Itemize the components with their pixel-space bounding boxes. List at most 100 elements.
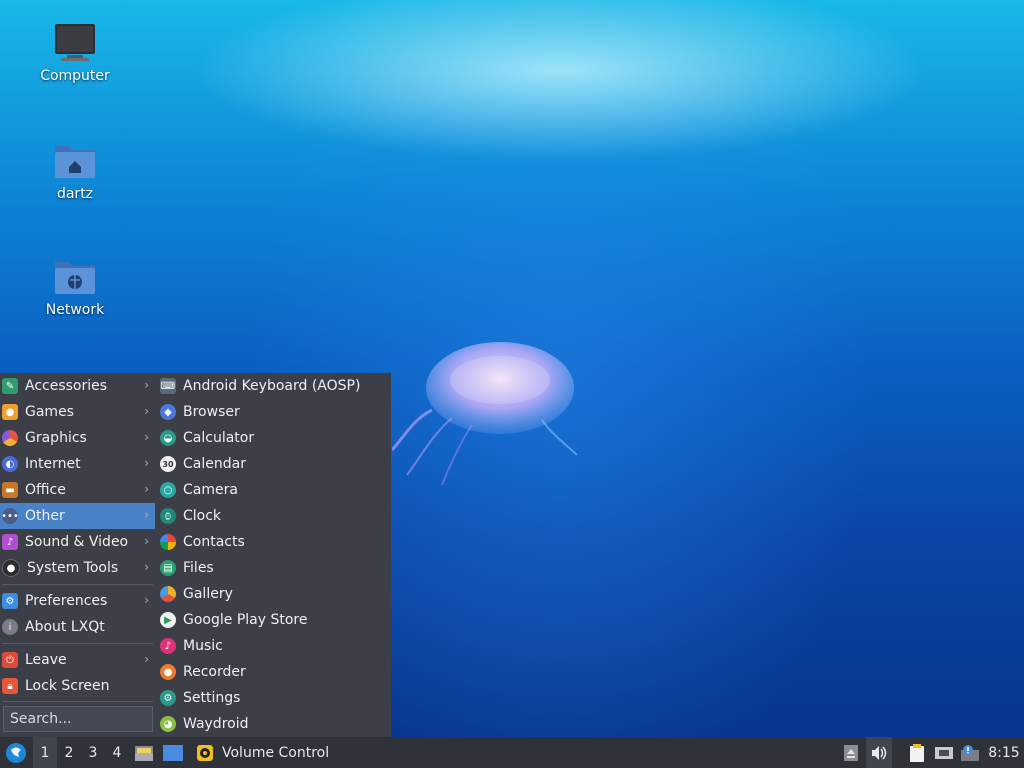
files-icon: ▤ bbox=[160, 560, 176, 576]
tray-clock[interactable]: 8:15 bbox=[984, 737, 1024, 768]
tray-eject[interactable] bbox=[840, 737, 862, 768]
app-item-label: Recorder bbox=[183, 664, 246, 680]
app-item-calculator[interactable]: ◒ Calculator bbox=[157, 425, 391, 451]
desktop-icon-dartz[interactable]: dartz bbox=[20, 140, 130, 202]
app-item-label: Google Play Store bbox=[183, 612, 308, 628]
chevron-right-icon: › bbox=[144, 593, 149, 607]
volume-control-icon bbox=[197, 744, 213, 761]
tray-update-notifier[interactable] bbox=[958, 737, 982, 768]
office-icon: ▬ bbox=[2, 482, 18, 498]
contacts-icon bbox=[160, 534, 176, 550]
search-placeholder: Search... bbox=[10, 711, 72, 727]
menu-item-label: Internet bbox=[25, 456, 81, 472]
menu-item-other[interactable]: ••• Other › bbox=[0, 503, 155, 529]
workspace-1[interactable]: 1 bbox=[33, 737, 57, 768]
app-item-recorder[interactable]: ● Recorder bbox=[157, 659, 391, 685]
info-icon: i bbox=[2, 619, 18, 635]
quicklaunch-show-desktop[interactable] bbox=[160, 737, 186, 768]
task-label: Volume Control bbox=[222, 744, 330, 761]
application-menu: ✎ Accessories › ● Games › Graphics › ◐ I… bbox=[0, 373, 391, 737]
workspace-label: 1 bbox=[40, 744, 50, 761]
waydroid-icon: ◕ bbox=[160, 716, 176, 732]
lock-icon: 🔒︎ bbox=[2, 678, 18, 694]
sound-video-icon: ♪ bbox=[2, 534, 18, 550]
workspace-2[interactable]: 2 bbox=[57, 737, 81, 768]
app-item-label: Contacts bbox=[183, 534, 245, 550]
app-item-waydroid[interactable]: ◕ Waydroid bbox=[157, 711, 391, 737]
menu-item-about-lxqt[interactable]: i About LXQt bbox=[0, 614, 155, 640]
menu-item-lock-screen[interactable]: 🔒︎ Lock Screen bbox=[0, 673, 155, 699]
file-manager-icon bbox=[135, 745, 153, 761]
update-notifier-icon bbox=[961, 744, 979, 761]
app-item-google-play-store[interactable]: ▶ Google Play Store bbox=[157, 607, 391, 633]
desktop-icon-label: dartz bbox=[56, 186, 94, 202]
network-folder-icon bbox=[55, 262, 95, 294]
home-folder-icon bbox=[55, 146, 95, 178]
desktop-icon-label: Network bbox=[45, 302, 105, 318]
settings-icon: ⚙ bbox=[160, 690, 176, 706]
menu-item-label: About LXQt bbox=[25, 619, 105, 635]
workspace-4[interactable]: 4 bbox=[105, 737, 129, 768]
clock-time: 8:15 bbox=[988, 744, 1020, 761]
app-item-files[interactable]: ▤ Files bbox=[157, 555, 391, 581]
app-item-calendar[interactable]: 30 Calendar bbox=[157, 451, 391, 477]
clock-icon: ⌚︎ bbox=[160, 508, 176, 524]
app-item-music[interactable]: ♪ Music bbox=[157, 633, 391, 659]
menu-item-preferences[interactable]: ⚙ Preferences › bbox=[0, 588, 155, 614]
menu-separator bbox=[2, 584, 153, 585]
menu-item-leave[interactable]: ⏻ Leave › bbox=[0, 647, 155, 673]
browser-icon: ◆ bbox=[160, 404, 176, 420]
computer-icon bbox=[55, 24, 95, 61]
camera-icon: ○ bbox=[160, 482, 176, 498]
menu-item-label: Sound & Video bbox=[25, 534, 129, 550]
menu-item-sound-video[interactable]: ♪ Sound & Video › bbox=[0, 529, 155, 555]
menu-item-label: Preferences bbox=[25, 593, 108, 609]
task-volume-control[interactable]: Volume Control bbox=[192, 737, 342, 768]
workspace-3[interactable]: 3 bbox=[81, 737, 105, 768]
app-item-clock[interactable]: ⌚︎ Clock bbox=[157, 503, 391, 529]
menu-item-label: Games bbox=[25, 404, 74, 420]
network-icon bbox=[935, 746, 953, 759]
chevron-right-icon: › bbox=[144, 378, 149, 392]
app-item-label: Calendar bbox=[183, 456, 246, 472]
menu-item-office[interactable]: ▬ Office › bbox=[0, 477, 155, 503]
desktop-icon-computer[interactable]: Computer bbox=[20, 22, 130, 84]
app-item-browser[interactable]: ◆ Browser bbox=[157, 399, 391, 425]
menu-item-label: System Tools bbox=[27, 560, 119, 576]
menu-item-graphics[interactable]: Graphics › bbox=[0, 425, 155, 451]
desktop-icon-network[interactable]: Network bbox=[20, 256, 130, 318]
menu-item-system-tools[interactable]: ● System Tools › bbox=[0, 555, 155, 581]
menu-item-label: Graphics bbox=[25, 430, 87, 446]
menu-search-input[interactable]: Search... bbox=[3, 706, 153, 732]
chevron-right-icon: › bbox=[144, 560, 149, 574]
gallery-icon bbox=[160, 586, 176, 602]
other-icon: ••• bbox=[1, 508, 19, 524]
tray-clipboard[interactable] bbox=[905, 737, 929, 768]
menu-apps-other: ⌨ Android Keyboard (AOSP) ◆ Browser ◒ Ca… bbox=[157, 373, 391, 737]
chevron-right-icon: › bbox=[144, 456, 149, 470]
start-menu-button[interactable] bbox=[0, 737, 32, 768]
menu-item-games[interactable]: ● Games › bbox=[0, 399, 155, 425]
menu-item-accessories[interactable]: ✎ Accessories › bbox=[0, 373, 155, 399]
power-icon: ⏻ bbox=[2, 652, 18, 668]
app-item-android-keyboard[interactable]: ⌨ Android Keyboard (AOSP) bbox=[157, 373, 391, 399]
menu-item-internet[interactable]: ◐ Internet › bbox=[0, 451, 155, 477]
menu-separator bbox=[2, 643, 153, 644]
app-item-gallery[interactable]: Gallery bbox=[157, 581, 391, 607]
app-item-camera[interactable]: ○ Camera bbox=[157, 477, 391, 503]
show-desktop-icon bbox=[163, 744, 183, 761]
app-item-label: Music bbox=[183, 638, 223, 654]
tray-volume[interactable] bbox=[866, 737, 892, 768]
app-item-contacts[interactable]: Contacts bbox=[157, 529, 391, 555]
desktop-icon-label: Computer bbox=[40, 68, 110, 84]
app-item-label: Files bbox=[183, 560, 214, 576]
quicklaunch-file-manager[interactable] bbox=[132, 737, 156, 768]
chevron-right-icon: › bbox=[144, 430, 149, 444]
app-item-label: Settings bbox=[183, 690, 241, 706]
workspace-label: 4 bbox=[112, 744, 122, 761]
tray-network[interactable] bbox=[932, 737, 956, 768]
system-tools-icon: ● bbox=[2, 559, 20, 577]
app-item-label: Android Keyboard (AOSP) bbox=[183, 378, 361, 394]
app-item-settings[interactable]: ⚙ Settings bbox=[157, 685, 391, 711]
games-icon: ● bbox=[2, 404, 18, 420]
